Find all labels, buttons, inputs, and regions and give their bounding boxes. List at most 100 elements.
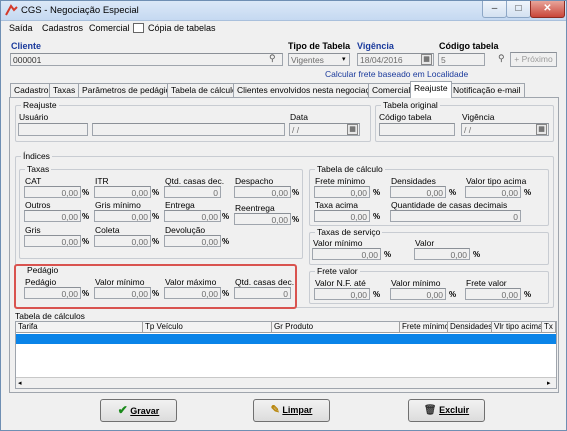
limpar-button[interactable]: ✎ Limpar [253,399,330,422]
taxas-servico-valor-input[interactable]: 0,00 [414,248,470,260]
pedagio-valor-minimo-input[interactable]: 0,00 [94,287,151,299]
frete-valor-minimo-label: Valor mínimo [391,278,441,288]
tabela-original-title: Tabela original [381,100,440,110]
horizontal-scrollbar[interactable]: ◂ ▸ [16,377,556,388]
calcular-frete-link[interactable]: Calcular frete baseado em Localidade [325,69,468,79]
valor-tipo-acima-input[interactable]: 0,00 [465,186,521,198]
tabela-calculos-grid[interactable]: Tarifa Tp Veículo Gr Produto Frete mínim… [15,321,557,389]
column-header-frete-minimo[interactable]: Frete mínimo [400,322,448,333]
itr-label: ITR [95,176,109,186]
app-logo-icon [5,4,18,16]
qtd-casas-input[interactable]: 0 [164,186,221,198]
valor-nf-input[interactable]: 0,00 [314,288,370,300]
qtd-casas-label: Qtd. casas dec. [165,176,225,186]
outros-input[interactable]: 0,00 [24,210,81,222]
column-header-tx-acima[interactable]: Tx a [542,322,556,333]
menu-comercial[interactable]: Comercial [89,23,130,33]
menu-saida[interactable]: Saída [9,23,33,33]
frete-valor-minimo-input[interactable]: 0,00 [390,288,446,300]
column-header-densidades[interactable]: Densidades [448,322,492,333]
codigo-tabela-input[interactable]: 5 [438,53,485,66]
codigo-tabela-label: Código tabela [439,41,499,51]
itr-input[interactable]: 0,00 [94,186,151,198]
chevron-down-icon[interactable]: ▾ [342,55,346,63]
maximize-button[interactable]: □ [506,1,531,18]
tipo-tabela-label: Tipo de Tabela [288,41,351,51]
valor-nf-pct: % [373,290,381,299]
proximo-label: Próximo [521,54,553,64]
column-header-tarifa[interactable]: Tarifa [16,322,143,333]
tabela-calculo-title: Tabela de cálculo [315,164,385,174]
calendar-icon[interactable]: ▦ [421,54,432,65]
taxas-servico-valor-minimo-pct: % [384,250,392,259]
tab-parametros-pedagio[interactable]: Parâmetros de pedágio [78,83,175,97]
taxa-acima-pct: % [373,212,381,221]
close-button[interactable]: ✕ [530,1,565,18]
usuario-code-input[interactable] [18,123,88,136]
menu-copia-tabelas[interactable]: Cópia de tabelas [148,23,216,33]
gris-minimo-pct: % [152,212,160,221]
tab-notificacao-email[interactable]: Notificação e-mail [449,83,525,97]
reentrega-input[interactable]: 0,00 [234,213,291,225]
entrega-input[interactable]: 0,00 [164,210,221,222]
menu-cadastros[interactable]: Cadastros [42,23,83,33]
codigo-tabela-original-input[interactable] [379,123,455,136]
excluir-button[interactable]: 🗑 Excluir [408,399,485,422]
gris-input[interactable]: 0,00 [24,235,81,247]
proximo-button[interactable]: + Próximo [510,52,557,67]
column-header-vlr-tipo-acima[interactable]: Vlr tipo acima [492,322,542,333]
taxas-title: Taxas [25,164,52,174]
taxas-servico-valor-minimo-input[interactable]: 0,00 [312,248,381,260]
tab-reajuste[interactable]: Reajuste [410,81,452,98]
gravar-button[interactable]: ✔ Gravar [100,399,177,422]
pedagio-qtd-casas-input[interactable]: 0 [234,287,291,299]
tab-cadastro[interactable]: Cadastro [10,83,53,97]
codigo-tabela-original-label: Código tabela [379,112,432,122]
cliente-search-icon[interactable]: ⚲ [269,53,276,64]
pedagio-valor-minimo-label: Valor mínimo [95,277,145,287]
calendar-icon[interactable]: ▦ [536,124,547,135]
tab-tabela-calculo[interactable]: Tabela de cálculo [167,83,241,97]
scroll-right-icon[interactable]: ▸ [547,379,551,387]
densidades-label: Densidades [391,176,436,186]
gris-minimo-label: Gris mínimo [95,200,141,210]
pedagio-input[interactable]: 0,00 [24,287,81,299]
cliente-input[interactable]: 000001 [10,53,283,66]
tipo-tabela-select[interactable]: Vigentes [288,53,350,66]
despacho-pct: % [292,188,300,197]
coleta-input[interactable]: 0,00 [94,235,151,247]
densidades-input[interactable]: 0,00 [390,186,446,198]
calendar-icon[interactable]: ▦ [347,124,358,135]
frete-minimo-input[interactable]: 0,00 [314,186,370,198]
cliente-label: Cliente [11,41,42,51]
column-header-tp-veiculo[interactable]: Tp Veículo [143,322,272,333]
codigo-search-icon[interactable]: ⚲ [498,53,505,64]
cat-input[interactable]: 0,00 [24,186,81,198]
pedagio-valor-minimo-pct: % [152,289,160,298]
minimize-button[interactable]: – [482,1,507,18]
frete-valor-input[interactable]: 0,00 [465,288,521,300]
tab-comercial[interactable]: Comercial [368,83,415,97]
taxas-servico-valor-minimo-label: Valor mínimo [313,238,363,248]
excluir-label: Excluir [439,405,470,415]
proximo-icon: + [514,54,522,64]
qtd-casas-decimais-input[interactable]: 0 [390,210,521,222]
cat-label: CAT [25,176,42,186]
devolucao-input[interactable]: 0,00 [164,235,221,247]
taxa-acima-input[interactable]: 0,00 [314,210,370,222]
table-row-selected[interactable] [16,334,556,344]
tab-taxas[interactable]: Taxas [49,83,80,97]
scroll-left-icon[interactable]: ◂ [18,379,22,387]
pedagio-qtd-casas-label: Qtd. casas dec. [235,277,295,287]
copy-tables-icon [133,23,144,33]
usuario-name-input[interactable] [92,123,285,136]
despacho-input[interactable]: 0,00 [234,186,291,198]
cat-pct: % [82,188,90,197]
pedagio-valor-maximo-input[interactable]: 0,00 [164,287,221,299]
broom-icon: ✎ [270,404,280,416]
usuario-label: Usuário [19,112,49,122]
column-header-gr-produto[interactable]: Gr Produto [272,322,400,333]
gris-minimo-input[interactable]: 0,00 [94,210,151,222]
tab-clientes-envolvidos[interactable]: Clientes envolvidos nesta negociação [233,83,384,97]
reajuste-title: Reajuste [21,100,59,110]
